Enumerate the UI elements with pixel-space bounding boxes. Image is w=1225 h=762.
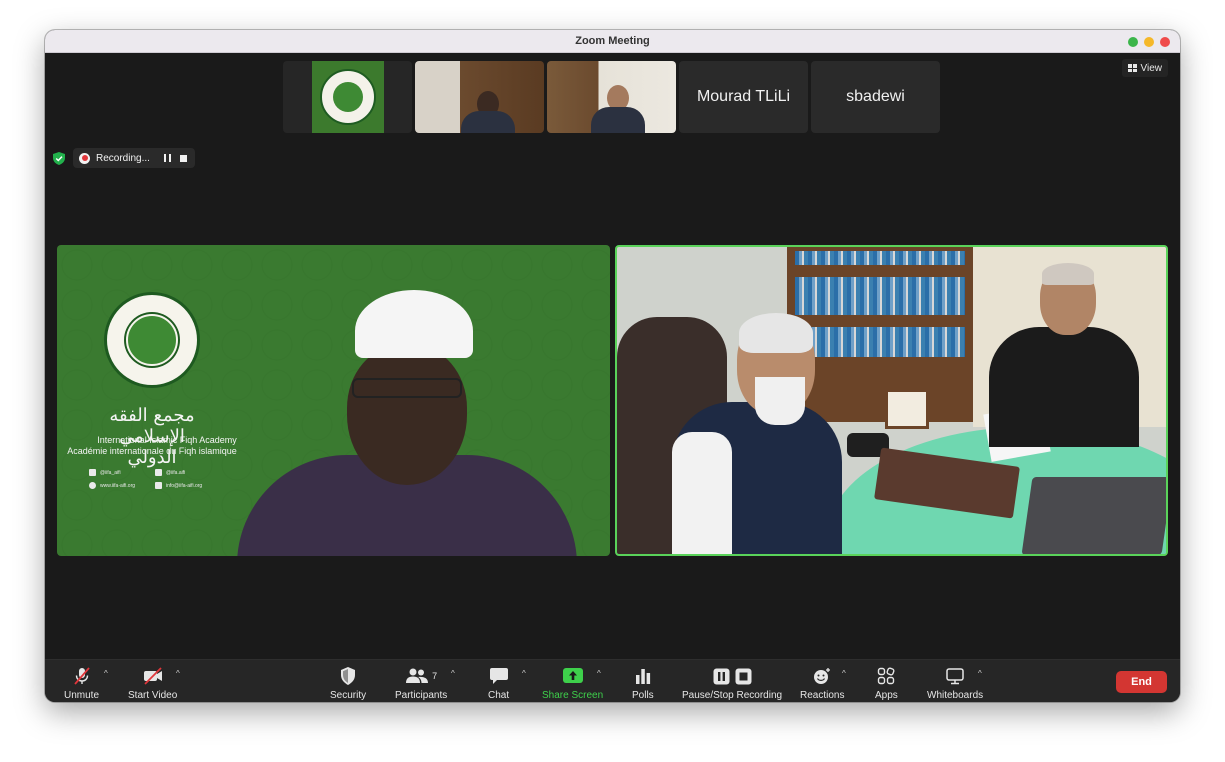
org-contacts: @iifa_aifi @iifa.aifi www.iifa-aifi.org … — [89, 469, 225, 489]
participants-icon — [406, 668, 429, 683]
minimize-window-button[interactable] — [1144, 37, 1154, 47]
reactions-button[interactable]: Reactions — [800, 665, 844, 701]
reactions-smiley-icon — [814, 668, 831, 684]
polls-chart-icon — [635, 669, 650, 684]
whiteboards-options-chevron-icon[interactable]: ^ — [978, 669, 982, 678]
recording-controls — [163, 154, 187, 162]
twitter-icon — [89, 469, 96, 476]
security-shield-icon — [341, 667, 356, 685]
participant-thumbnail-name-1[interactable]: Mourad TLiLi — [679, 61, 808, 133]
globe-icon — [89, 482, 96, 489]
security-button[interactable]: Security — [330, 665, 366, 701]
title-bar: Zoom Meeting — [45, 30, 1180, 53]
recording-dot-icon — [79, 152, 90, 164]
video-off-icon — [143, 667, 162, 685]
meeting-toolbar: Unmute ^ Start Video ^ Security 7 Partic… — [45, 659, 1180, 702]
academy-seal-logo — [104, 292, 200, 388]
window-controls — [1128, 37, 1170, 47]
chat-options-chevron-icon[interactable]: ^ — [522, 669, 526, 678]
view-button[interactable]: View — [1121, 59, 1168, 77]
unmute-button[interactable]: Unmute — [64, 665, 99, 701]
start-video-label: Start Video — [128, 690, 178, 701]
polls-label: Polls — [632, 690, 654, 701]
start-video-button[interactable]: Start Video — [128, 665, 177, 701]
unmute-label: Unmute — [64, 690, 100, 701]
gallery-view-icon — [1127, 64, 1137, 72]
recording-indicator: Recording... — [53, 148, 195, 168]
pause-recording-icon[interactable] — [163, 154, 171, 162]
org-name-arabic: مجمع الفقه الإسلامي الدولي — [109, 405, 195, 468]
participant-thumbnail-video-1[interactable] — [415, 61, 544, 133]
participant-thumbnail-video-2[interactable] — [547, 61, 676, 133]
pause-icon — [713, 668, 730, 684]
pause-stop-recording-button[interactable]: Pause/Stop Recording — [682, 665, 782, 701]
participants-label: Participants — [395, 690, 448, 701]
stop-recording-icon[interactable] — [179, 154, 187, 162]
share-screen-icon — [562, 668, 583, 683]
academy-seal-icon — [319, 69, 376, 125]
whiteboards-label: Whiteboards — [927, 690, 984, 701]
participant-body — [461, 111, 515, 133]
speaker-figure — [237, 290, 577, 556]
reactions-options-chevron-icon[interactable]: ^ — [842, 669, 846, 678]
zoom-window-button[interactable] — [1128, 37, 1138, 47]
participant-thumbnail-strip: Mourad TLiLi sbadewi — [283, 61, 940, 133]
apps-icon — [878, 667, 895, 685]
apps-button[interactable]: Apps — [875, 665, 898, 701]
pause-stop-recording-label: Pause/Stop Recording — [682, 690, 783, 701]
end-meeting-button[interactable]: End — [1116, 671, 1167, 693]
encryption-shield-icon[interactable] — [53, 151, 65, 165]
org-name-french: Académie internationale du Fiqh islamiqu… — [67, 446, 237, 456]
share-options-chevron-icon[interactable]: ^ — [597, 669, 601, 678]
whiteboards-button[interactable]: Whiteboards — [927, 665, 983, 701]
participant-body — [591, 107, 645, 133]
academy-logo-thumbnail — [311, 61, 384, 133]
participants-count: 7 — [432, 671, 438, 681]
contact-twitter: @iifa_aifi — [89, 469, 155, 476]
view-button-label: View — [1140, 62, 1163, 74]
polls-button[interactable]: Polls — [632, 665, 654, 701]
apps-label: Apps — [875, 690, 898, 701]
video-options-chevron-icon[interactable]: ^ — [176, 669, 180, 678]
share-screen-button[interactable]: Share Screen — [542, 665, 603, 701]
facebook-icon — [155, 469, 162, 476]
window-title: Zoom Meeting — [575, 35, 650, 47]
recording-label: Recording... — [96, 152, 150, 164]
participant-name: Mourad TLiLi — [696, 88, 791, 105]
bookshelf — [787, 247, 973, 422]
security-label: Security — [330, 690, 367, 701]
video-tile-academy-speaker[interactable]: مجمع الفقه الإسلامي الدولي International… — [57, 245, 610, 556]
stop-icon — [735, 668, 752, 684]
contact-website: www.iifa-aifi.org — [89, 482, 155, 489]
close-window-button[interactable] — [1160, 37, 1170, 47]
zoom-window: Zoom Meeting View Mourad TLiLi sbadewi R… — [45, 30, 1180, 702]
participant-thumbnail-name-2[interactable]: sbadewi — [811, 61, 940, 133]
share-screen-label: Share Screen — [542, 690, 604, 701]
chat-bubble-icon — [489, 668, 508, 684]
muted-microphone-icon — [73, 667, 90, 685]
participants-options-chevron-icon[interactable]: ^ — [451, 669, 455, 678]
video-tile-active-speaker[interactable] — [615, 245, 1168, 556]
chat-label: Chat — [488, 690, 510, 701]
participant-thumbnail-logo[interactable] — [283, 61, 412, 133]
reactions-label: Reactions — [800, 690, 845, 701]
contact-email: info@iifa-aifi.org — [155, 482, 225, 489]
participants-button[interactable]: 7 Participants — [395, 665, 447, 701]
chat-button[interactable]: Chat — [488, 665, 509, 701]
org-name-english: International Islamic Fiqh Academy — [97, 435, 237, 445]
recording-pill: Recording... — [73, 148, 195, 168]
meeting-stage: View Mourad TLiLi sbadewi Recording... م… — [45, 53, 1180, 659]
audio-options-chevron-icon[interactable]: ^ — [104, 669, 108, 678]
contact-facebook: @iifa.aifi — [155, 469, 225, 476]
whiteboard-icon — [946, 668, 964, 685]
mail-icon — [155, 482, 162, 489]
participant-name: sbadewi — [846, 88, 905, 105]
